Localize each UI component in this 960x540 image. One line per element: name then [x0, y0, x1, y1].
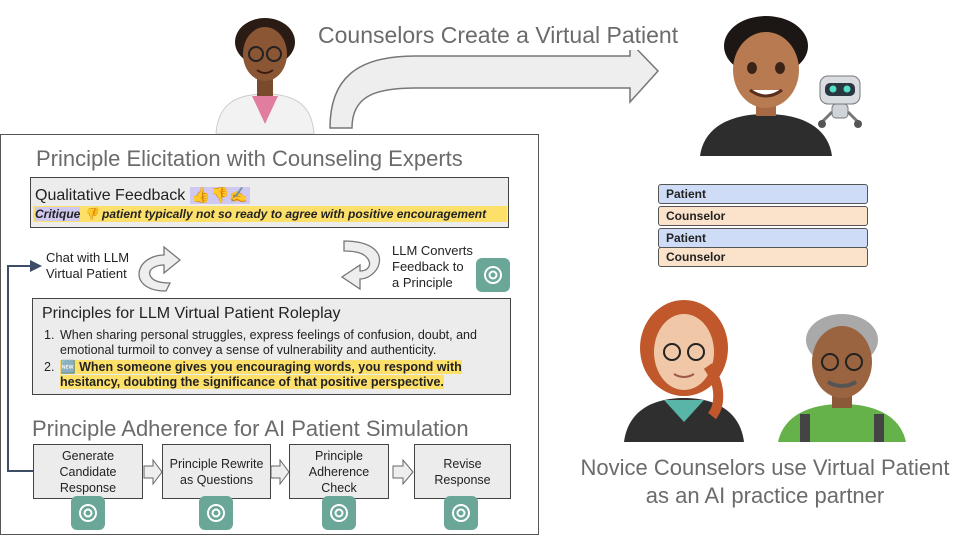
principle-number: 2. — [44, 360, 55, 374]
critique-text: patient typically not so ready to agree … — [101, 207, 487, 221]
openai-logo-icon — [476, 258, 510, 292]
critique-label: Critique — [35, 207, 81, 221]
bottom-caption: Novice Counselors use Virtual Patient as… — [580, 455, 950, 508]
top-title: Counselors Create a Virtual Patient — [318, 22, 679, 48]
openai-logo-icon — [199, 496, 233, 530]
step-check: Principle Adherence Check — [289, 444, 389, 499]
novice-counselor-man-avatar — [778, 314, 906, 442]
chat-loop-arrow — [138, 245, 182, 292]
critique-line: Critique 👎 patient typically not so read… — [33, 206, 507, 222]
chat-row-counselor: Counselor — [658, 206, 868, 226]
chat-label-line2: Virtual Patient — [46, 266, 127, 281]
counselor-avatar — [215, 18, 315, 134]
principle-item: 1. When sharing personal struggles, expr… — [34, 328, 506, 358]
principle-text: When sharing personal struggles, express… — [60, 328, 477, 357]
step-arrow-1 — [143, 459, 163, 485]
chat-label-line1: Chat with LLM — [46, 250, 130, 265]
principle-item: 2. 🆕 When someone gives you encouraging … — [34, 360, 506, 390]
robot-icon — [818, 75, 862, 128]
new-badge-icon: 🆕 — [60, 360, 76, 374]
step-arrow-3 — [392, 459, 414, 485]
elicitation-title: Principle Elicitation with Counseling Ex… — [36, 146, 463, 171]
step-revise: Revise Response — [414, 444, 511, 499]
convert-label: LLM Converts Feedback to a Principle — [392, 243, 473, 291]
adherence-title: Principle Adherence for AI Patient Simul… — [32, 416, 469, 441]
convert-loop-arrow — [340, 240, 381, 291]
principles-list: 1. When sharing personal struggles, expr… — [34, 328, 506, 390]
feedback-emojis: 👍👎✍️ — [189, 187, 250, 204]
openai-logo-icon — [71, 496, 105, 530]
principle-number: 1. — [44, 328, 55, 342]
feedback-label: Qualitative Feedback — [35, 187, 186, 204]
convert-label-line3: a Principle — [392, 275, 453, 290]
thumbs-down-icon: 👎 — [83, 207, 99, 221]
step-arrow-2 — [270, 459, 290, 485]
openai-logo-icon — [322, 496, 356, 530]
principles-title: Principles for LLM Virtual Patient Rolep… — [42, 305, 341, 322]
convert-label-line2: Feedback to — [392, 259, 464, 274]
openai-logo-icon — [444, 496, 478, 530]
big-curved-arrow — [329, 50, 660, 129]
novice-counselor-woman-avatar — [624, 300, 744, 442]
chat-row-patient: Patient — [658, 184, 868, 204]
chat-label: Chat with LLM Virtual Patient — [46, 250, 129, 282]
step-rewrite: Principle Rewrite as Questions — [162, 444, 271, 499]
chat-row-counselor: Counselor — [658, 247, 868, 267]
principle-text: When someone gives you encouraging words… — [60, 360, 462, 389]
step-generate: Generate Candidate Response — [33, 444, 143, 499]
convert-label-line1: LLM Converts — [392, 243, 473, 258]
feedback-row: Qualitative Feedback 👍👎✍️ — [35, 186, 250, 205]
chat-row-patient: Patient — [658, 228, 868, 248]
